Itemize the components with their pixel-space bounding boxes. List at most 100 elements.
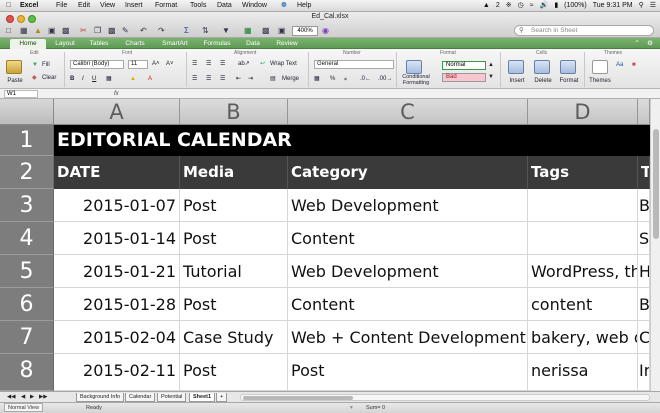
open-icon[interactable]: ▲	[34, 26, 42, 36]
adobe-icon[interactable]: ▲	[483, 0, 490, 12]
menu-view[interactable]: View	[100, 0, 115, 12]
media-cell[interactable]: Post	[180, 354, 288, 391]
filter-icon[interactable]: ▼	[222, 26, 230, 36]
delete-button[interactable]: Delete	[532, 77, 554, 85]
date-cell[interactable]: 2015-01-28	[54, 288, 180, 321]
apple-menu-icon[interactable]: 	[6, 0, 11, 12]
align-top-icon[interactable]: ☰	[192, 60, 197, 68]
date-cell[interactable]: 2015-01-07	[54, 189, 180, 222]
script-menu-icon[interactable]: ❁	[281, 0, 287, 12]
ribbon-gear-icon[interactable]: ⚙	[645, 39, 655, 49]
tab-layout[interactable]: Layout	[50, 39, 80, 49]
sheet-title-cell[interactable]: EDITORIAL CALENDAR	[54, 125, 660, 156]
first-sheet-icon[interactable]: ◀◀	[4, 393, 18, 402]
percent-icon[interactable]: %	[330, 75, 335, 83]
category-cell[interactable]: Web Development	[288, 189, 528, 222]
fill-icon[interactable]: ▼	[32, 61, 38, 69]
align-middle-icon[interactable]: ☰	[206, 60, 211, 68]
toolbox-icon[interactable]: ▩	[262, 26, 270, 36]
undo-icon[interactable]: ↶	[140, 26, 147, 36]
redo-icon[interactable]: ↷	[158, 26, 165, 36]
menu-help[interactable]: Help	[297, 0, 311, 12]
merge-button[interactable]: Merge	[282, 75, 299, 83]
row-header-2[interactable]: 2	[0, 156, 54, 189]
increase-decimal-icon[interactable]: .0←	[360, 75, 371, 83]
battery-icon[interactable]: ▮	[554, 0, 558, 12]
tags-cell[interactable]: bakery, web d	[528, 321, 638, 354]
tab-home[interactable]: Home	[10, 39, 46, 49]
grow-font-icon[interactable]: A˄	[152, 60, 160, 68]
style-bad[interactable]: Bad	[442, 73, 486, 82]
row-header-1[interactable]: 1	[0, 125, 54, 156]
header-cell-category[interactable]: Category	[288, 156, 528, 189]
cut-icon[interactable]: ✂	[80, 26, 87, 36]
time-machine-icon[interactable]: ◷	[518, 0, 524, 12]
menu-app-excel[interactable]: Excel	[20, 0, 38, 12]
category-cell[interactable]: Post	[288, 354, 528, 391]
header-cell-media[interactable]: Media	[180, 156, 288, 189]
title-cell[interactable]: B	[638, 189, 650, 222]
header-cell-date[interactable]: DATE	[54, 156, 180, 189]
column-header-d[interactable]: D	[528, 99, 638, 125]
title-cell[interactable]: H	[638, 255, 650, 288]
format-icon[interactable]	[560, 60, 576, 74]
column-header-e[interactable]	[638, 99, 650, 125]
sheet-tab-potential[interactable]: Potential	[157, 393, 187, 402]
align-center-icon[interactable]: ☰	[206, 75, 211, 83]
decrease-decimal-icon[interactable]: .00→	[378, 75, 392, 83]
gallery-icon[interactable]: ▦	[244, 26, 252, 36]
paste-clipboard-icon[interactable]	[6, 60, 22, 74]
tab-formulas[interactable]: Formulas	[198, 39, 236, 49]
name-box[interactable]: W1	[4, 90, 38, 98]
wifi-icon[interactable]: ≈	[530, 0, 534, 12]
media-browser-icon[interactable]: ▣	[278, 26, 286, 36]
media-cell[interactable]: Post	[180, 189, 288, 222]
title-cell[interactable]: Si	[638, 222, 650, 255]
last-sheet-icon[interactable]: ▶▶	[36, 393, 50, 402]
category-cell[interactable]: Web Development	[288, 255, 528, 288]
row-header-8[interactable]: 8	[0, 354, 54, 391]
media-cell[interactable]: Tutorial	[180, 255, 288, 288]
align-left-icon[interactable]: ☰	[192, 75, 197, 83]
font-color-icon[interactable]: A	[148, 75, 152, 83]
insert-icon[interactable]	[508, 60, 524, 74]
tags-cell[interactable]: content	[528, 288, 638, 321]
row-header-7[interactable]: 7	[0, 321, 54, 354]
sheet-tab-background-info[interactable]: Background Info	[76, 393, 125, 402]
date-cell[interactable]: 2015-01-21	[54, 255, 180, 288]
underline-button[interactable]: U	[92, 75, 96, 83]
help-icon[interactable]: ◉	[322, 26, 329, 36]
comma-style-icon[interactable]: ⁎	[344, 75, 347, 83]
clock[interactable]: Tue 9:31 PM	[593, 0, 633, 12]
shrink-font-icon[interactable]: A˅	[166, 60, 174, 68]
styles-scroll-icon[interactable]: ▲	[488, 61, 494, 69]
title-cell[interactable]: C	[638, 321, 650, 354]
paste-button[interactable]: Paste	[4, 77, 26, 85]
normal-view-button[interactable]: Normal View	[4, 403, 44, 412]
currency-icon[interactable]: ▦	[314, 75, 320, 83]
row-header-5[interactable]: 5	[0, 255, 54, 288]
row-header-3[interactable]: 3	[0, 189, 54, 222]
orientation-icon[interactable]: ab↗	[238, 60, 250, 68]
menu-data[interactable]: Data	[217, 0, 232, 12]
vertical-scrollbar[interactable]	[650, 99, 660, 391]
save-icon[interactable]: ▣	[48, 26, 56, 36]
title-cell[interactable]: B	[638, 288, 650, 321]
sort-icon[interactable]: ⇅	[202, 26, 209, 36]
media-cell[interactable]: Post	[180, 288, 288, 321]
bluetooth-icon[interactable]: ※	[506, 0, 512, 12]
row-header-4[interactable]: 4	[0, 222, 54, 255]
tab-charts[interactable]: Charts	[120, 39, 150, 49]
clear-button[interactable]: Clear	[42, 74, 56, 82]
column-header-c[interactable]: C	[288, 99, 528, 125]
delete-icon[interactable]	[534, 60, 550, 74]
category-cell[interactable]: Content	[288, 222, 528, 255]
increase-indent-icon[interactable]: ⇥	[248, 75, 253, 83]
ribbon-collapse-icon[interactable]: ⌃	[632, 39, 642, 49]
align-bottom-icon[interactable]: ☰	[220, 60, 225, 68]
themes-icon[interactable]	[592, 60, 608, 74]
fx-icon[interactable]: fx	[114, 89, 119, 99]
font-size-select[interactable]: 11	[128, 60, 148, 69]
sheet-tab-sheet1[interactable]: Sheet1	[189, 393, 216, 402]
styles-more-icon[interactable]: ▼	[488, 73, 494, 81]
